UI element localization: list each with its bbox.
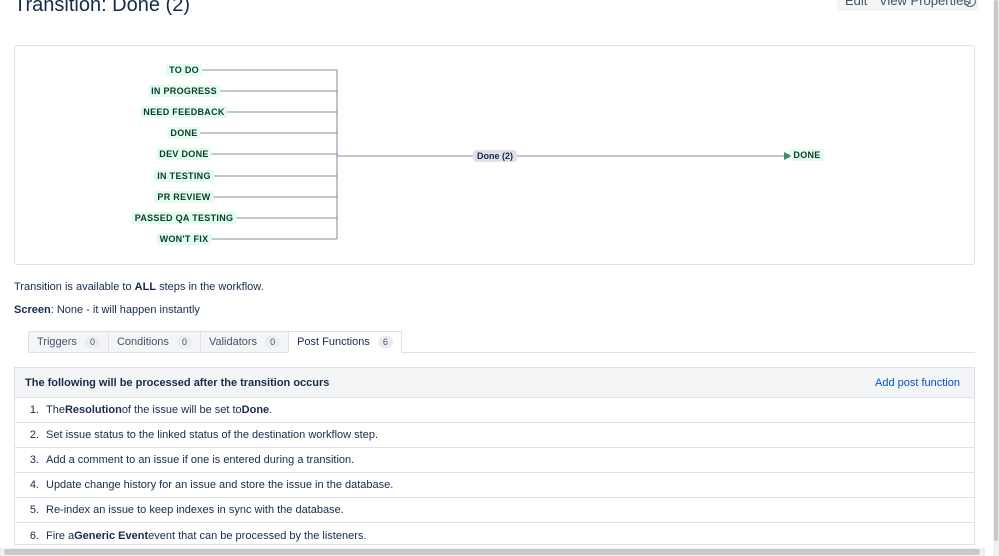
availability-text: Transition is available to ALL steps in … [14, 281, 264, 293]
source-status: DONE [167, 127, 201, 139]
source-status: WON'T FIX [156, 233, 212, 245]
destination-status: DONE [790, 149, 824, 161]
tab-count: 0 [84, 336, 100, 348]
tab-count: 0 [265, 336, 281, 348]
edit-button[interactable]: Edit [837, 0, 876, 11]
source-status: PASSED QA TESTING [131, 212, 237, 224]
post-function-number: 6. [29, 529, 39, 542]
add-post-function-link[interactable]: Add post function [875, 377, 960, 389]
tab-count: 6 [377, 336, 393, 348]
post-functions-panel: The following will be processed after th… [14, 367, 975, 545]
source-status: IN PROGRESS [148, 85, 220, 97]
post-function-item: 6. Fire a Generic Event event that can be… [15, 523, 974, 544]
source-status: DEV DONE [156, 148, 212, 160]
post-function-number: 5. [29, 504, 39, 516]
post-function-item: 3. Add a comment to an issue if one is en… [15, 448, 974, 473]
post-function-number: 1. [29, 404, 39, 416]
tab-triggers[interactable]: Triggers 0 [28, 331, 108, 353]
vertical-scroll-thumb[interactable] [994, 0, 998, 541]
post-functions-list: 1. The Resolution of the issue will be se… [15, 398, 974, 544]
tab-count: 0 [176, 336, 192, 348]
post-functions-header: The following will be processed after th… [15, 368, 974, 398]
source-status: IN TESTING [154, 170, 214, 182]
post-function-item: 5. Re-index an issue to keep indexes in s… [15, 498, 974, 523]
page-title: Transition: Done (2) [14, 0, 190, 16]
tab-conditions[interactable]: Conditions 0 [107, 331, 200, 353]
info-circle-icon[interactable] [963, 0, 977, 8]
source-status: TO DO [166, 64, 202, 76]
horizontal-scroll-thumb[interactable] [4, 549, 980, 555]
post-function-number: 4. [29, 479, 39, 491]
post-function-item: 2. Set issue status to the linked status … [15, 423, 974, 448]
source-status: PR REVIEW [154, 191, 214, 203]
workflow-diagram: TO DO IN PROGRESS NEED FEEDBACK DONE DEV DON… [14, 45, 975, 265]
transition-label: Done (2) [473, 150, 517, 162]
post-function-item: 4. Update change history for an issue and… [15, 473, 974, 498]
post-function-item: 1. The Resolution of the issue will be se… [15, 398, 974, 423]
screen-text: Screen: None - it will happen instantly [14, 304, 200, 316]
view-properties-button[interactable]: View Properties [871, 0, 978, 11]
post-functions-heading: The following will be processed after th… [25, 376, 330, 389]
tab-validators[interactable]: Validators 0 [199, 331, 289, 353]
source-status: NEED FEEDBACK [140, 106, 228, 118]
post-function-number: 2. [29, 429, 39, 441]
tab-post-functions[interactable]: Post Functions 6 [288, 331, 402, 353]
post-function-number: 3. [29, 454, 39, 466]
transition-tabs: Triggers 0 Conditions 0 Validators 0 Post F… [28, 331, 402, 353]
